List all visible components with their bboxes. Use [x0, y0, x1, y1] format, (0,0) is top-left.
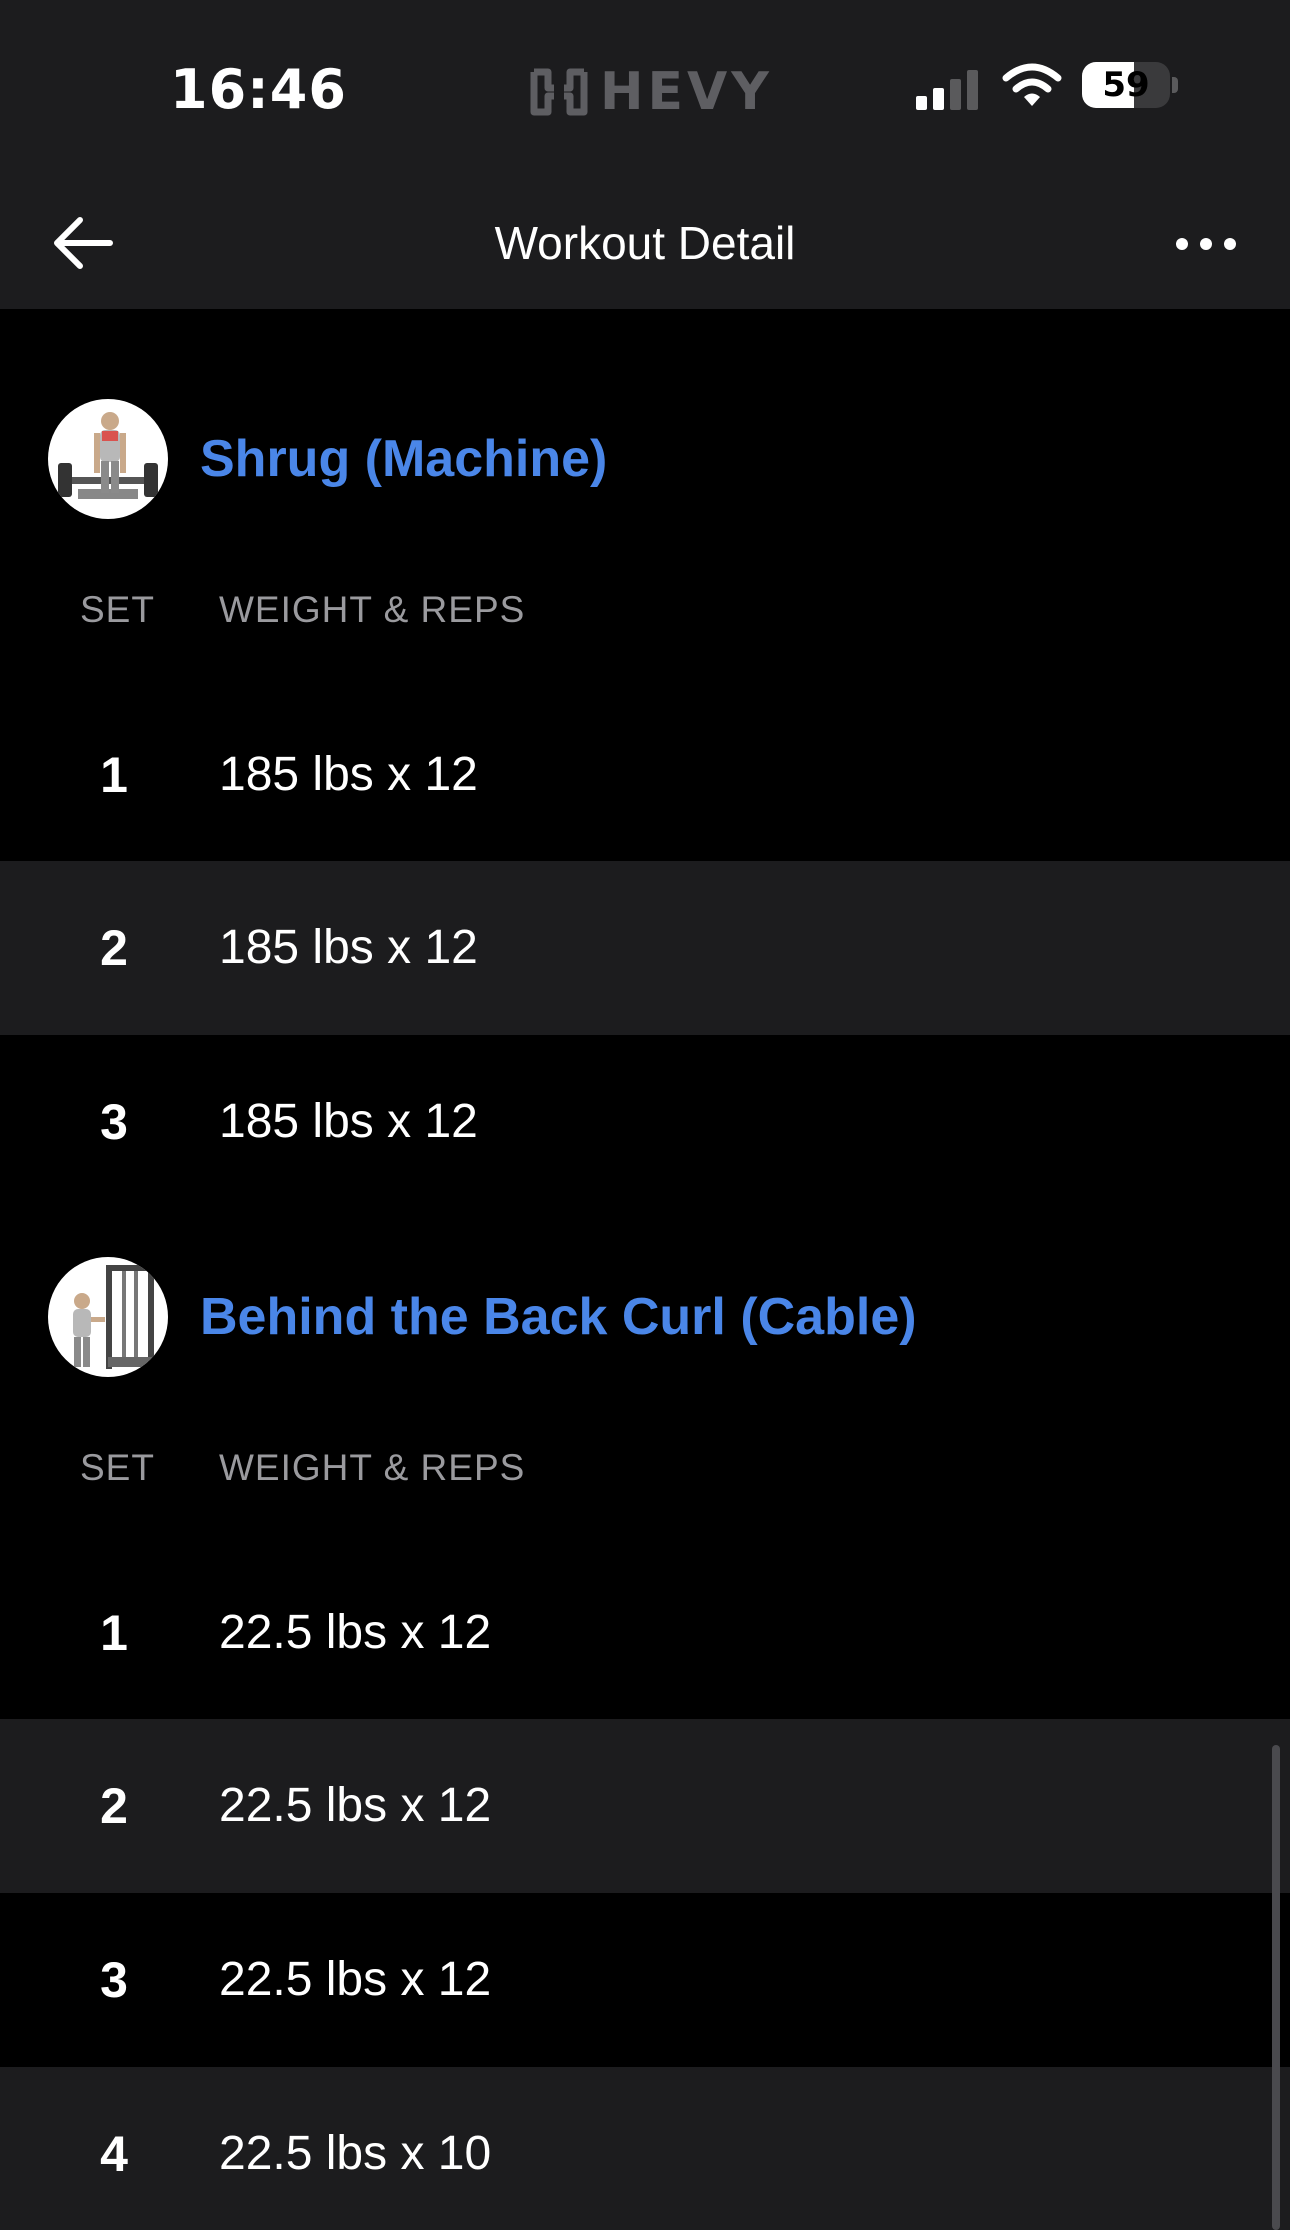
- set-number: 1: [100, 1605, 128, 1661]
- set-weight-reps: 22.5 lbs x 12: [219, 1606, 492, 1659]
- set-weight-reps: 185 lbs x 12: [219, 748, 478, 801]
- page-title: Workout Detail: [494, 217, 796, 269]
- battery-level: 59: [1102, 65, 1150, 105]
- set-number: 3: [100, 1952, 128, 2008]
- set-row: 1 185 lbs x 12: [0, 688, 1290, 862]
- set-row: 2 185 lbs x 12: [0, 861, 1290, 1035]
- status-bar: 16:46 HEVY 59: [0, 0, 1290, 178]
- exercise-header[interactable]: Shrug (Machine): [0, 399, 1290, 523]
- exercise-card: Shrug (Machine) SET WEIGHT & REPS 1 185 …: [0, 399, 1290, 1221]
- set-weight-reps: 185 lbs x 12: [219, 921, 478, 974]
- arrow-left-icon: [54, 217, 113, 269]
- column-header-weight-reps: WEIGHT & REPS: [219, 1447, 526, 1488]
- set-weight-reps: 22.5 lbs x 10: [219, 2127, 492, 2180]
- scrollbar[interactable]: [1272, 1745, 1280, 2230]
- hevy-logo-icon: [530, 68, 588, 116]
- exercise-name: Shrug (Machine): [200, 430, 608, 488]
- shrug-machine-illustration: [58, 412, 158, 499]
- column-header-weight-reps: WEIGHT & REPS: [219, 589, 526, 630]
- more-options-button[interactable]: [1170, 220, 1242, 268]
- set-number: 4: [100, 2126, 128, 2182]
- set-row: 1 22.5 lbs x 12: [0, 1546, 1290, 1720]
- set-row: 4 22.5 lbs x 10: [0, 2067, 1290, 2230]
- set-number: 2: [100, 920, 128, 976]
- battery-icon: 59: [1082, 62, 1178, 110]
- exercise-card: Behind the Back Curl (Cable) SET WEIGHT …: [0, 1257, 1290, 2230]
- set-weight-reps: 185 lbs x 12: [219, 1095, 478, 1148]
- set-row: 3 185 lbs x 12: [0, 1035, 1290, 1209]
- cellular-signal-icon: [916, 70, 978, 110]
- set-weight-reps: 22.5 lbs x 12: [219, 1779, 492, 1832]
- exercise-header[interactable]: Behind the Back Curl (Cable): [0, 1257, 1290, 1381]
- status-time: 16:46: [170, 58, 347, 121]
- brand-logo: HEVY: [528, 62, 773, 122]
- back-button[interactable]: [48, 210, 120, 276]
- column-header-set: SET: [80, 589, 155, 630]
- set-number: 1: [100, 747, 128, 803]
- set-row: 3 22.5 lbs x 12: [0, 1893, 1290, 2067]
- set-row: 2 22.5 lbs x 12: [0, 1719, 1290, 1893]
- column-header-set: SET: [80, 1447, 155, 1488]
- set-number: 3: [100, 1094, 128, 1150]
- exercise-name: Behind the Back Curl (Cable): [200, 1288, 917, 1346]
- cable-curl-illustration: [73, 1265, 154, 1369]
- set-number: 2: [100, 1778, 128, 1834]
- set-weight-reps: 22.5 lbs x 12: [219, 1953, 492, 2006]
- brand-name: HEVY: [600, 62, 773, 122]
- exercise-thumbnail: [48, 399, 168, 519]
- wifi-icon: [1002, 63, 1062, 106]
- exercise-thumbnail: [48, 1257, 168, 1377]
- nav-bar: Workout Detail: [0, 178, 1290, 309]
- ellipsis-icon: [1176, 238, 1236, 250]
